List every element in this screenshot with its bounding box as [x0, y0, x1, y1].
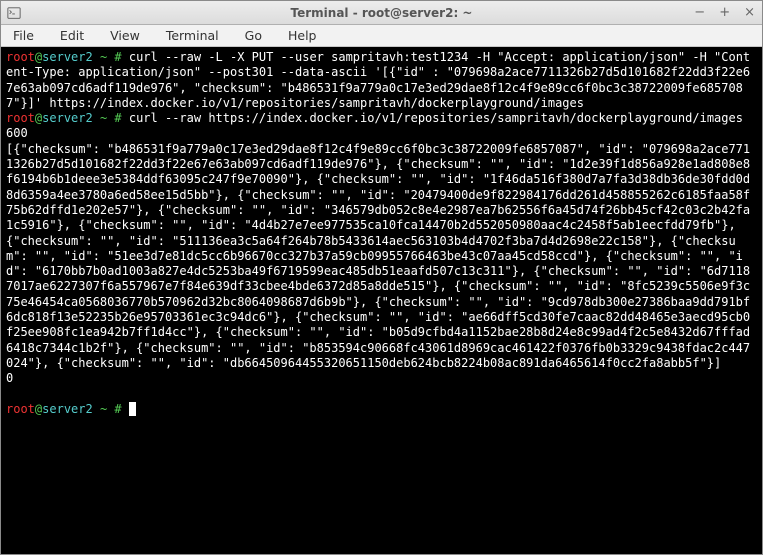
menu-view[interactable]: View: [104, 26, 146, 45]
menu-edit[interactable]: Edit: [54, 26, 90, 45]
prompt-path: ~ #: [93, 50, 129, 64]
prompt-host: server2: [42, 111, 93, 125]
prompt-user: root: [6, 111, 35, 125]
maximize-button[interactable]: +: [716, 5, 733, 20]
titlebar: Terminal - root@server2: ~ − + ×: [1, 1, 762, 25]
terminal-body[interactable]: root@server2 ~ # curl --raw -L -X PUT --…: [1, 47, 762, 554]
command-2: curl --raw https://index.docker.io/v1/re…: [129, 111, 743, 125]
prompt-user: root: [6, 402, 35, 416]
menu-terminal[interactable]: Terminal: [160, 26, 225, 45]
prompt-path: ~ #: [93, 111, 129, 125]
prompt-user: root: [6, 50, 35, 64]
menu-file[interactable]: File: [7, 26, 40, 45]
minimize-button[interactable]: −: [691, 5, 708, 20]
menubar: File Edit View Terminal Go Help: [1, 25, 762, 47]
window-title: Terminal - root@server2: ~: [1, 6, 762, 20]
cursor: [129, 402, 136, 416]
prompt-path: ~ #: [93, 402, 129, 416]
output-body: [{"checksum": "b486531f9a779a0c17e3ed29d…: [6, 142, 750, 370]
output-trailer: 0: [6, 371, 13, 385]
prompt-host: server2: [42, 50, 93, 64]
menu-go[interactable]: Go: [239, 26, 268, 45]
close-button[interactable]: ×: [741, 5, 758, 20]
output-length: 600: [6, 126, 28, 140]
prompt-host: server2: [42, 402, 93, 416]
window-controls: − + ×: [691, 5, 758, 20]
menu-help[interactable]: Help: [282, 26, 323, 45]
terminal-window: Terminal - root@server2: ~ − + × File Ed…: [0, 0, 763, 555]
